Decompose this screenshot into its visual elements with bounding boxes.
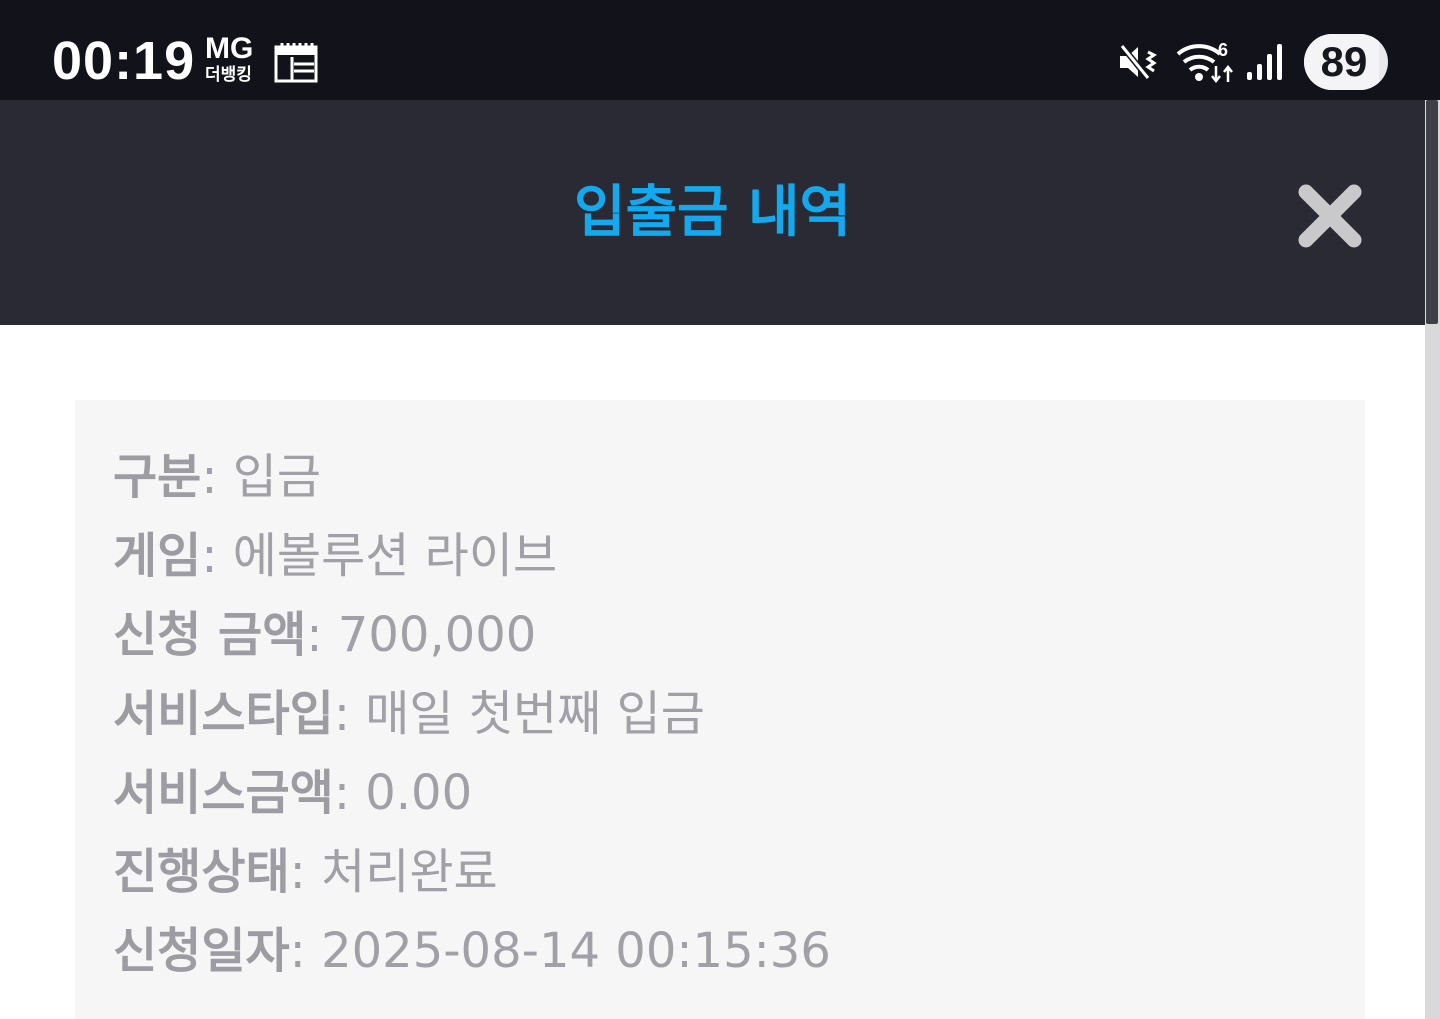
battery-indicator: 89: [1304, 34, 1388, 90]
detail-value: 2025-08-14 00:15:36: [321, 923, 831, 979]
battery-level: 89: [1320, 38, 1368, 85]
signal-icon: [1247, 44, 1282, 80]
calendar-icon: [274, 43, 318, 83]
transaction-detail-card: 구분: 입금 게임: 에볼루션 라이브 신청 금액: 700,000 서비스타입…: [75, 400, 1365, 1019]
detail-list: 구분: 입금 게임: 에볼루션 라이브 신청 금액: 700,000 서비스타입…: [113, 438, 831, 991]
screen: 00:19 MG 더뱅킹 6 89 입출금 내역 구분: 입금 게임: 에볼루션…: [0, 0, 1440, 1019]
detail-row-status: 진행상태: 처리완료: [113, 833, 831, 912]
detail-value: 처리완료: [321, 844, 498, 900]
detail-label: 구분: [113, 449, 202, 505]
scrollbar-thumb[interactable]: [1426, 100, 1438, 324]
svg-text:6: 6: [1218, 40, 1228, 60]
detail-row-type: 구분: 입금: [113, 438, 831, 517]
detail-separator: :: [333, 765, 366, 821]
detail-row-amount: 신청 금액: 700,000: [113, 596, 831, 675]
detail-value: 매일 첫번째 입금: [365, 686, 705, 742]
modal-title: 입출금 내역: [573, 180, 852, 245]
detail-label: 진행상태: [113, 844, 290, 900]
carrier-label: MG 더뱅킹: [205, 34, 265, 86]
wifi-icon: 6: [1176, 40, 1233, 84]
modal-content: 구분: 입금 게임: 에볼루션 라이브 신청 금액: 700,000 서비스타입…: [0, 325, 1425, 1019]
detail-row-service-type: 서비스타입: 매일 첫번째 입금: [113, 675, 831, 754]
detail-separator: :: [201, 449, 233, 505]
carrier-name: MG: [205, 32, 254, 65]
mute-icon: [1119, 44, 1157, 80]
detail-row-date: 신청일자: 2025-08-14 00:15:36: [113, 912, 831, 991]
status-bar: 00:19 MG 더뱅킹 6 89: [0, 0, 1440, 100]
detail-label: 서비스타입: [113, 686, 334, 742]
status-time: 00:19: [52, 31, 196, 91]
detail-separator: :: [201, 528, 233, 584]
detail-value: 0.00: [365, 765, 473, 821]
detail-separator: :: [333, 686, 366, 742]
detail-label: 신청일자: [113, 923, 290, 979]
detail-label: 서비스금액: [113, 765, 334, 821]
detail-separator: :: [306, 607, 338, 663]
detail-label: 게임: [113, 528, 202, 584]
detail-value: 에볼루션 라이브: [232, 528, 558, 584]
detail-row-service-amount: 서비스금액: 0.00: [113, 754, 831, 833]
detail-row-game: 게임: 에볼루션 라이브: [113, 517, 831, 596]
detail-value: 입금: [232, 449, 322, 505]
detail-value: 700,000: [337, 607, 537, 663]
modal-header: 입출금 내역: [0, 100, 1425, 325]
detail-label: 신청 금액: [113, 607, 307, 663]
detail-separator: :: [289, 844, 322, 900]
detail-separator: :: [289, 923, 322, 979]
carrier-subname: 더뱅킹: [205, 65, 252, 85]
close-icon[interactable]: [1296, 182, 1364, 250]
scrollbar[interactable]: [1425, 100, 1440, 1019]
